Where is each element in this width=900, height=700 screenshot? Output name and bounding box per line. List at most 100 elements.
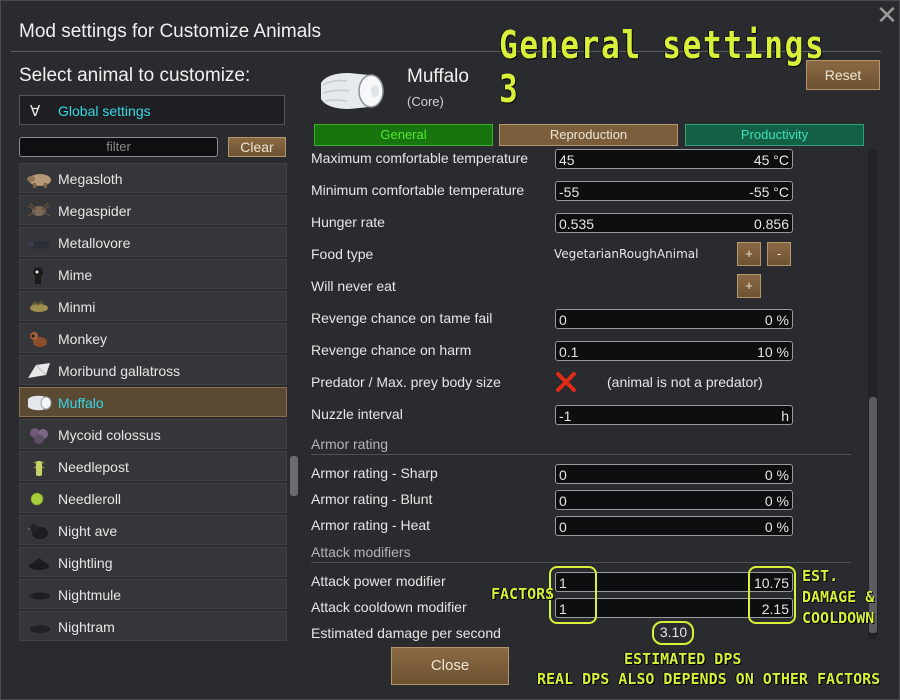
annotation-est-line3: COOLDOWN: [802, 609, 875, 627]
revenge-tame-field[interactable]: 0 0 %: [555, 309, 793, 329]
close-button[interactable]: Close: [391, 647, 509, 685]
animal-list: Megasloth Megaspider Metallovore Mime Mi…: [19, 163, 287, 643]
max-temp-label: Maximum comfortable temperature: [311, 150, 529, 166]
annotation-header: General settings 3: [499, 23, 826, 111]
armor-heat-display: 0 %: [764, 519, 789, 535]
animal-list-item[interactable]: Monkey: [19, 323, 287, 353]
animal-list-item[interactable]: Mime: [19, 259, 287, 289]
animal-name: Mime: [58, 267, 93, 283]
select-animal-label: Select animal to customize:: [19, 65, 251, 86]
animal-list-item[interactable]: Megasloth: [19, 163, 287, 193]
animal-list-item[interactable]: Mycoid colossus: [19, 419, 287, 449]
clear-filter-button[interactable]: Clear: [228, 137, 286, 157]
attack-power-field[interactable]: 1 10.75: [555, 572, 793, 592]
annotation-dps-line1: ESTIMATED DPS: [624, 650, 742, 668]
animal-name: Nightmule: [58, 587, 122, 603]
attack-section-title: Attack modifiers: [311, 544, 411, 560]
revenge-tame-label: Revenge chance on tame fail: [311, 310, 493, 326]
armor-sharp-display: 0 %: [764, 467, 789, 483]
animal-list-item[interactable]: Moribund gallatross: [19, 355, 287, 385]
animal-list-item[interactable]: Nightram: [19, 611, 287, 641]
animal-name: Megasloth: [58, 171, 123, 187]
megasloth-icon: [27, 174, 51, 188]
armor-sharp-field[interactable]: 0 0 %: [555, 464, 793, 484]
dps-label: Estimated damage per second: [311, 625, 501, 641]
animal-name: Minmi: [58, 299, 96, 315]
attack-cooldown-field[interactable]: 1 2.15: [555, 598, 793, 618]
hunger-rate-input: 0.535: [559, 216, 595, 232]
animal-list-item[interactable]: Megaspider: [19, 195, 287, 225]
annotation-factors: FACTORS: [491, 585, 555, 603]
animal-name: Muffalo: [58, 395, 104, 411]
animal-source: (Core): [407, 94, 444, 109]
red-x-icon[interactable]: [555, 371, 577, 393]
animal-list-scrollbar[interactable]: [290, 456, 298, 496]
megaspider-icon: [27, 202, 51, 217]
min-temp-field[interactable]: -55 -55 °C: [555, 181, 793, 201]
animal-name: Nightram: [58, 619, 115, 635]
revenge-harm-input: 0.1: [559, 344, 579, 360]
armor-heat-input: 0: [559, 519, 567, 535]
annotation-est-line1: EST.: [802, 567, 839, 585]
armor-blunt-display: 0 %: [764, 493, 789, 509]
muffalo-icon: [28, 395, 52, 411]
animal-name: Mycoid colossus: [58, 427, 161, 443]
armor-section-title: Armor rating: [311, 436, 389, 452]
attack-power-display: 10.75: [753, 575, 789, 591]
global-settings-button[interactable]: ∀ Global settings: [19, 95, 285, 125]
animal-name: Needlepost: [58, 459, 129, 475]
animal-list-item-selected[interactable]: Muffalo: [19, 387, 287, 417]
armor-blunt-label: Armor rating - Blunt: [311, 491, 433, 507]
hunger-rate-field[interactable]: 0.535 0.856: [555, 213, 793, 233]
armor-sharp-label: Armor rating - Sharp: [311, 465, 438, 481]
food-type-add-button[interactable]: +: [737, 242, 761, 266]
animal-name: Moribund gallatross: [58, 363, 181, 379]
animal-name: Megaspider: [58, 203, 132, 219]
animal-list-item[interactable]: Night ave: [19, 515, 287, 545]
nuzzle-interval-input: -1: [559, 408, 572, 424]
close-window-icon[interactable]: ✕: [874, 2, 899, 28]
annotation-dps-line2: REAL DPS ALSO DEPENDS ON OTHER FACTORS: [537, 670, 881, 688]
muffalo-icon: [321, 73, 384, 109]
armor-blunt-field[interactable]: 0 0 %: [555, 490, 793, 510]
revenge-tame-display: 0 %: [764, 312, 789, 328]
tab-general[interactable]: General: [314, 124, 493, 146]
food-type-remove-button[interactable]: -: [767, 242, 791, 266]
animal-list-item[interactable]: Nightmule: [19, 579, 287, 609]
filter-input[interactable]: filter: [19, 137, 218, 157]
revenge-harm-display: 10 %: [757, 344, 789, 360]
metallovore-icon: [28, 241, 50, 249]
animal-list-item[interactable]: Metallovore: [19, 227, 287, 257]
animal-list-item[interactable]: Minmi: [19, 291, 287, 321]
animal-list-item[interactable]: Needlepost: [19, 451, 287, 481]
tab-productivity[interactable]: Productivity: [685, 124, 864, 146]
min-temp-label: Minimum comfortable temperature: [311, 182, 525, 198]
predator-label: Predator / Max. prey body size: [311, 374, 501, 390]
never-eat-label: Will never eat: [311, 278, 396, 294]
dps-value: 3.10: [659, 624, 688, 640]
animal-name: Monkey: [58, 331, 108, 347]
monkey-icon: [30, 332, 47, 347]
nightram-icon: [28, 622, 50, 633]
moribund-gallatross-icon: [28, 363, 50, 378]
nuzzle-interval-field[interactable]: -1 h: [555, 405, 793, 425]
min-temp-input: -55: [559, 184, 580, 200]
animal-name: Metallovore: [58, 235, 131, 251]
window-title: Mod settings for Customize Animals: [19, 21, 322, 42]
animal-list-item[interactable]: Nightling: [19, 547, 287, 577]
animal-list-item[interactable]: Needleroll: [19, 483, 287, 513]
reset-button[interactable]: Reset: [806, 60, 880, 90]
never-eat-add-button[interactable]: +: [737, 274, 761, 298]
hunger-rate-display: 0.856: [753, 216, 789, 232]
global-settings-label: Global settings: [58, 103, 151, 119]
revenge-harm-field[interactable]: 0.1 10 %: [555, 341, 793, 361]
nightmule-icon: [28, 592, 50, 600]
tab-reproduction[interactable]: Reproduction: [499, 124, 678, 146]
needlepost-icon: [33, 461, 45, 476]
revenge-tame-input: 0: [559, 312, 567, 328]
max-temp-field[interactable]: 45 45 °C: [555, 149, 793, 169]
predator-note: (animal is not a predator): [607, 374, 763, 390]
armor-heat-field[interactable]: 0 0 %: [555, 516, 793, 536]
food-type-label: Food type: [311, 246, 374, 262]
attack-cooldown-display: 2.15: [761, 601, 789, 617]
